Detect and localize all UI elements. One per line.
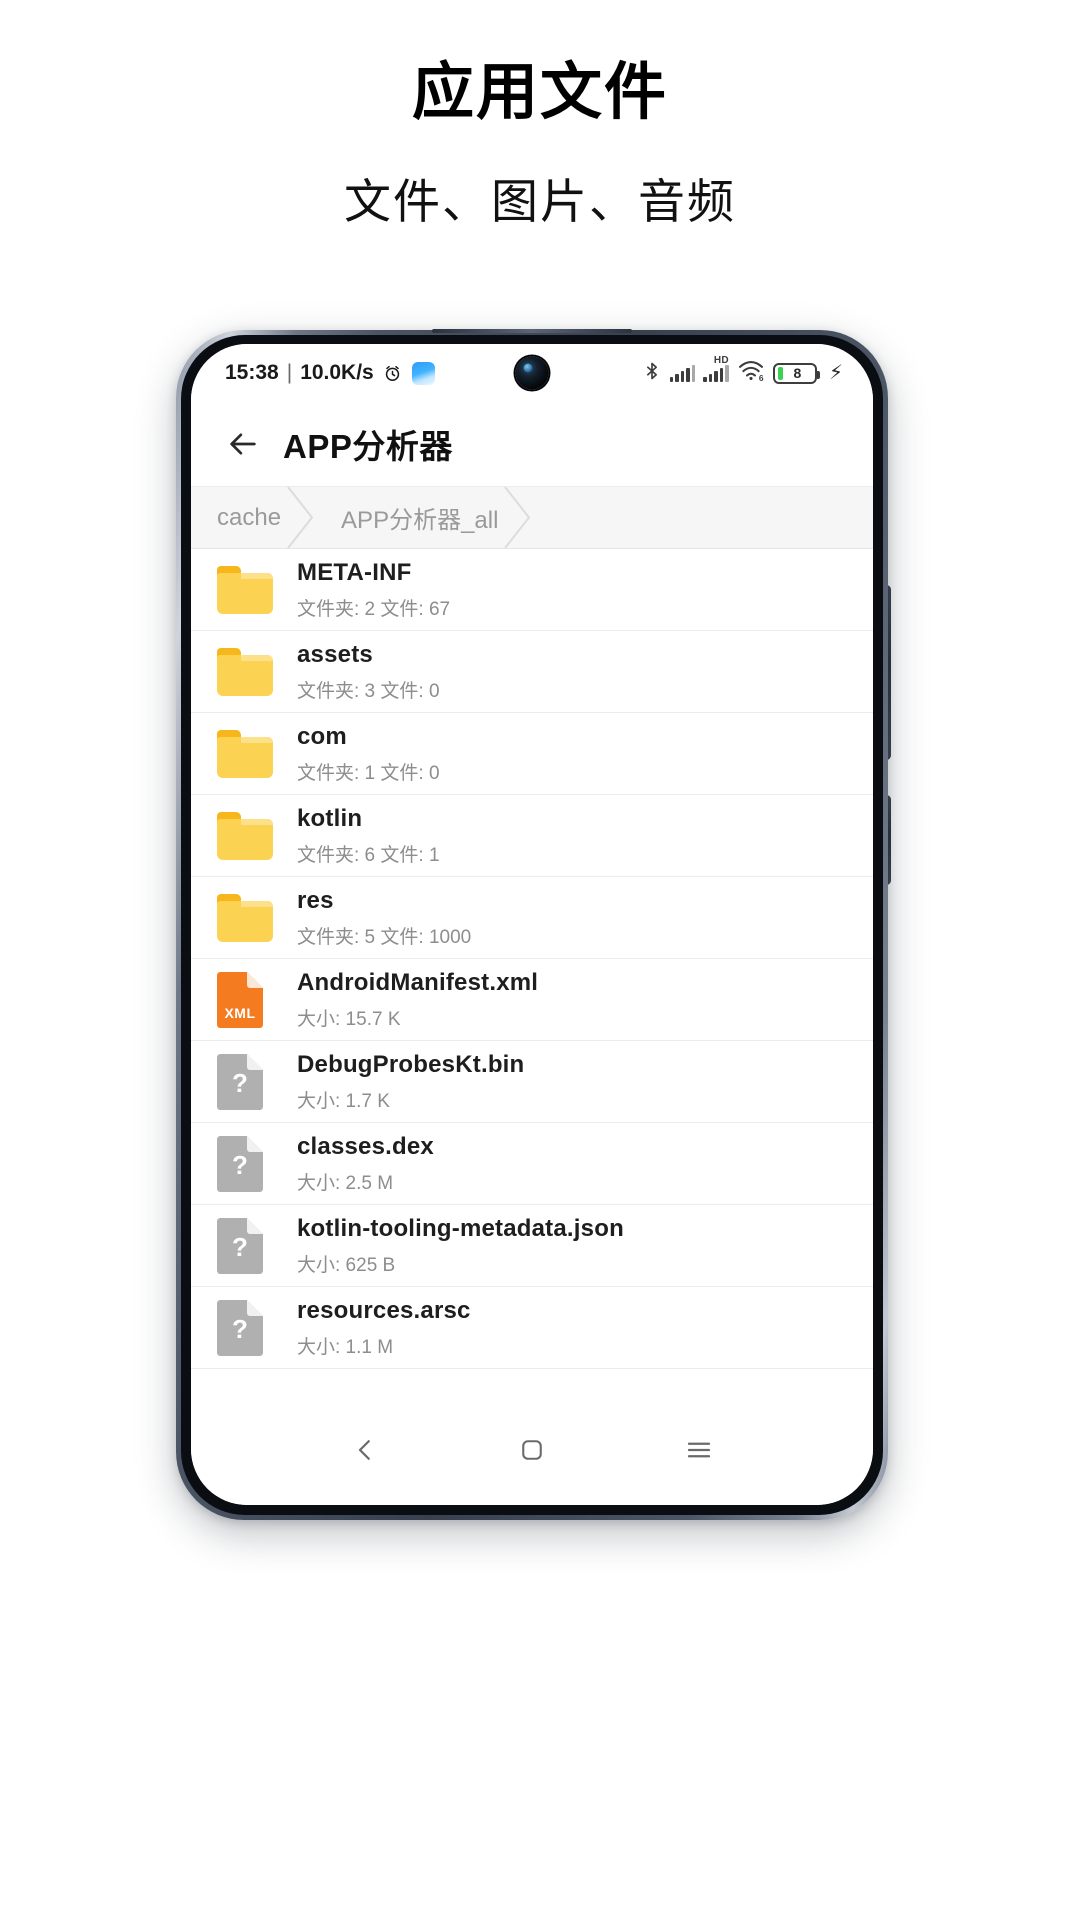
system-navigation-bar — [191, 1409, 873, 1505]
list-item[interactable]: ? resources.arsc 大小: 1.1 M — [191, 1287, 873, 1369]
nav-home-icon[interactable] — [505, 1423, 559, 1477]
file-name: resources.arsc — [297, 1296, 471, 1324]
wifi-6-icon: 6 — [737, 359, 765, 387]
unknown-file-icon: ? — [217, 1053, 273, 1110]
list-item-text: kotlin 文件夹: 6 文件: 1 — [297, 805, 440, 867]
list-item[interactable]: ? classes.dex 大小: 2.5 M — [191, 1123, 873, 1205]
signal-bars-hd-icon: HD — [703, 355, 729, 382]
alarm-clock-icon — [383, 364, 402, 383]
list-item[interactable]: META-INF 文件夹: 2 文件: 67 — [191, 549, 873, 631]
phone-screen: 15:38 | 10.0K/s HD 6 8 ⚡ APP分析器 cache AP… — [191, 344, 873, 1505]
list-item-text: AndroidManifest.xml 大小: 15.7 K — [297, 969, 538, 1031]
list-item[interactable]: res 文件夹: 5 文件: 1000 — [191, 877, 873, 959]
phone-frame: 15:38 | 10.0K/s HD 6 8 ⚡ APP分析器 cache AP… — [176, 329, 888, 1520]
battery-level: 8 — [793, 365, 802, 381]
list-item-text: classes.dex 大小: 2.5 M — [297, 1133, 434, 1195]
unknown-file-icon: ? — [217, 1299, 273, 1356]
battery-icon: 8 — [772, 362, 820, 384]
file-type-badge: ? — [232, 1231, 248, 1262]
list-item-text: kotlin-tooling-metadata.json 大小: 625 B — [297, 1215, 624, 1277]
list-item-text: resources.arsc 大小: 1.1 M — [297, 1297, 471, 1359]
breadcrumb-item-app-analyzer-all[interactable]: APP分析器_all — [315, 487, 532, 548]
bluetooth-icon — [642, 360, 662, 387]
list-item-text: com 文件夹: 1 文件: 0 — [297, 723, 440, 785]
status-bar-left: 15:38 | 10.0K/s — [225, 361, 435, 385]
breadcrumb-label: APP分析器_all — [341, 507, 499, 534]
file-name: AndroidManifest.xml — [297, 968, 539, 996]
back-arrow-icon[interactable] — [217, 418, 269, 470]
file-list[interactable]: META-INF 文件夹: 2 文件: 67 assets 文件夹: 3 文件: 0 c… — [191, 549, 873, 1369]
xml-file-icon: XML — [217, 971, 273, 1028]
status-bar: 15:38 | 10.0K/s HD 6 8 ⚡ — [191, 344, 873, 402]
file-meta: 大小: 15.7 K — [297, 1008, 401, 1030]
folder-icon — [217, 644, 273, 700]
file-meta: 文件夹: 2 文件: 67 — [297, 598, 451, 620]
phone-mockup: 15:38 | 10.0K/s HD 6 8 ⚡ APP分析器 cache AP… — [176, 329, 891, 1520]
breadcrumb-chevron-icon — [503, 487, 533, 548]
file-meta: 大小: 1.1 M — [297, 1336, 394, 1358]
folder-icon — [217, 808, 273, 864]
folder-icon — [217, 726, 273, 782]
file-meta: 文件夹: 5 文件: 1000 — [297, 926, 472, 948]
file-meta: 文件夹: 1 文件: 0 — [297, 762, 440, 784]
file-name: DebugProbesKt.bin — [297, 1050, 525, 1078]
signal-bars-icon — [669, 364, 696, 382]
list-item[interactable]: com 文件夹: 1 文件: 0 — [191, 713, 873, 795]
file-name: res — [297, 886, 334, 914]
list-item-text: res 文件夹: 5 文件: 1000 — [297, 887, 471, 949]
earpiece-speaker — [432, 329, 632, 333]
file-meta: 文件夹: 3 文件: 0 — [297, 680, 440, 702]
file-name: kotlin-tooling-metadata.json — [297, 1214, 624, 1242]
file-name: assets — [297, 640, 373, 668]
file-name: com — [297, 722, 347, 750]
phone-bezel: 15:38 | 10.0K/s HD 6 8 ⚡ APP分析器 cache AP… — [181, 329, 883, 1515]
nav-menu-icon[interactable] — [672, 1423, 726, 1477]
folder-icon — [217, 890, 273, 946]
breadcrumb: cache APP分析器_all — [191, 486, 873, 549]
file-type-badge: ? — [232, 1313, 248, 1344]
list-item[interactable]: XML AndroidManifest.xml 大小: 15.7 K — [191, 959, 873, 1041]
file-meta: 大小: 625 B — [297, 1254, 396, 1276]
breadcrumb-item-cache[interactable]: cache — [191, 487, 315, 548]
unknown-file-icon: ? — [217, 1217, 273, 1274]
list-item-text: DebugProbesKt.bin 大小: 1.7 K — [297, 1051, 524, 1113]
hd-label: HD — [713, 355, 729, 366]
file-type-badge: XML — [224, 1004, 256, 1021]
app-bar: APP分析器 — [191, 402, 873, 486]
file-meta: 大小: 1.7 K — [297, 1090, 390, 1112]
file-type-badge: ? — [232, 1067, 248, 1098]
promo-subtitle: 文件、图片、音频 — [344, 177, 736, 230]
status-divider: | — [286, 361, 293, 384]
charging-bolt-icon: ⚡ — [828, 362, 843, 384]
file-name: classes.dex — [297, 1132, 434, 1160]
list-item-text: assets 文件夹: 3 文件: 0 — [297, 641, 440, 703]
file-meta: 大小: 2.5 M — [297, 1172, 394, 1194]
list-item[interactable]: ? DebugProbesKt.bin 大小: 1.7 K — [191, 1041, 873, 1123]
folder-icon — [217, 562, 273, 618]
file-name: META-INF — [297, 558, 412, 586]
promo-screenshot: 应用文件 文件、图片、音频 15:38 | 10.0K/s HD 6 8 ⚡ A… — [0, 0, 1080, 1920]
promo-header: 应用文件 文件、图片、音频 — [0, 0, 1080, 232]
list-item[interactable]: ? kotlin-tooling-metadata.json 大小: 625 B — [191, 1205, 873, 1287]
status-bar-right: HD 6 8 ⚡ — [642, 355, 843, 387]
promo-title: 应用文件 — [411, 58, 668, 127]
file-type-badge: ? — [232, 1149, 248, 1180]
page-title: APP分析器 — [283, 428, 453, 465]
svg-text:6: 6 — [759, 373, 764, 382]
status-time: 15:38 — [225, 361, 279, 384]
front-camera-punch-hole — [515, 356, 549, 390]
unknown-file-icon: ? — [217, 1135, 273, 1192]
list-item[interactable]: kotlin 文件夹: 6 文件: 1 — [191, 795, 873, 877]
weather-app-icon — [411, 361, 435, 385]
file-name: kotlin — [297, 804, 363, 832]
list-item[interactable]: assets 文件夹: 3 文件: 0 — [191, 631, 873, 713]
nav-back-icon[interactable] — [338, 1423, 392, 1477]
list-item-text: META-INF 文件夹: 2 文件: 67 — [297, 559, 450, 621]
network-speed: 10.0K/s — [300, 361, 374, 384]
file-meta: 文件夹: 6 文件: 1 — [297, 844, 440, 866]
breadcrumb-chevron-icon — [286, 487, 316, 548]
breadcrumb-label: cache — [217, 503, 282, 531]
